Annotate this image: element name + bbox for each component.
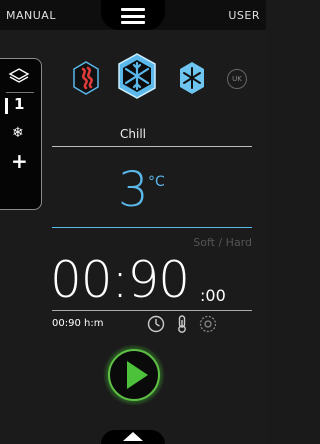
- cycle-name: Chill: [120, 127, 146, 141]
- mode-label: MANUAL: [6, 9, 56, 22]
- timer-summary: 00:90 h:m: [52, 318, 104, 329]
- timer-divider: [52, 310, 252, 311]
- uk-mode-button[interactable]: UK: [227, 69, 247, 89]
- menu-button[interactable]: [101, 0, 165, 30]
- freeze-snowflake-icon[interactable]: [176, 60, 208, 96]
- bottom-drawer-handle[interactable]: [101, 430, 165, 444]
- start-button[interactable]: [102, 343, 166, 407]
- cycle-icon[interactable]: [198, 314, 218, 334]
- layers-icon: [8, 68, 30, 83]
- user-button[interactable]: USER: [228, 9, 260, 22]
- layer-number[interactable]: 1: [14, 95, 24, 113]
- soft-hard-toggle[interactable]: Soft / Hard: [193, 236, 252, 249]
- chevron-up-icon: [123, 432, 143, 441]
- probe-icon[interactable]: [172, 314, 192, 334]
- layers-button[interactable]: [4, 64, 34, 90]
- top-bar: MANUAL USER: [0, 0, 266, 30]
- active-indicator: [5, 98, 8, 114]
- timer-display[interactable]: 00:90: [50, 252, 190, 308]
- menu-icon: [121, 8, 145, 24]
- timer-seconds: :00: [200, 286, 226, 305]
- probe-temperature[interactable]: 3: [118, 166, 149, 214]
- temperature-unit: °C: [148, 174, 165, 190]
- clock-icon[interactable]: [146, 314, 166, 334]
- rail-divider: [6, 92, 34, 93]
- play-icon: [103, 344, 165, 406]
- divider: [52, 146, 252, 147]
- add-step-button[interactable]: +: [11, 149, 28, 173]
- chill-snowflake-icon[interactable]: [115, 52, 159, 100]
- hot-wave-icon[interactable]: [70, 60, 102, 96]
- app-screen: MANUAL USER 1 ❄ + UK Chill 3 °C Soft / H…: [0, 0, 266, 444]
- temperature-divider: [52, 227, 252, 228]
